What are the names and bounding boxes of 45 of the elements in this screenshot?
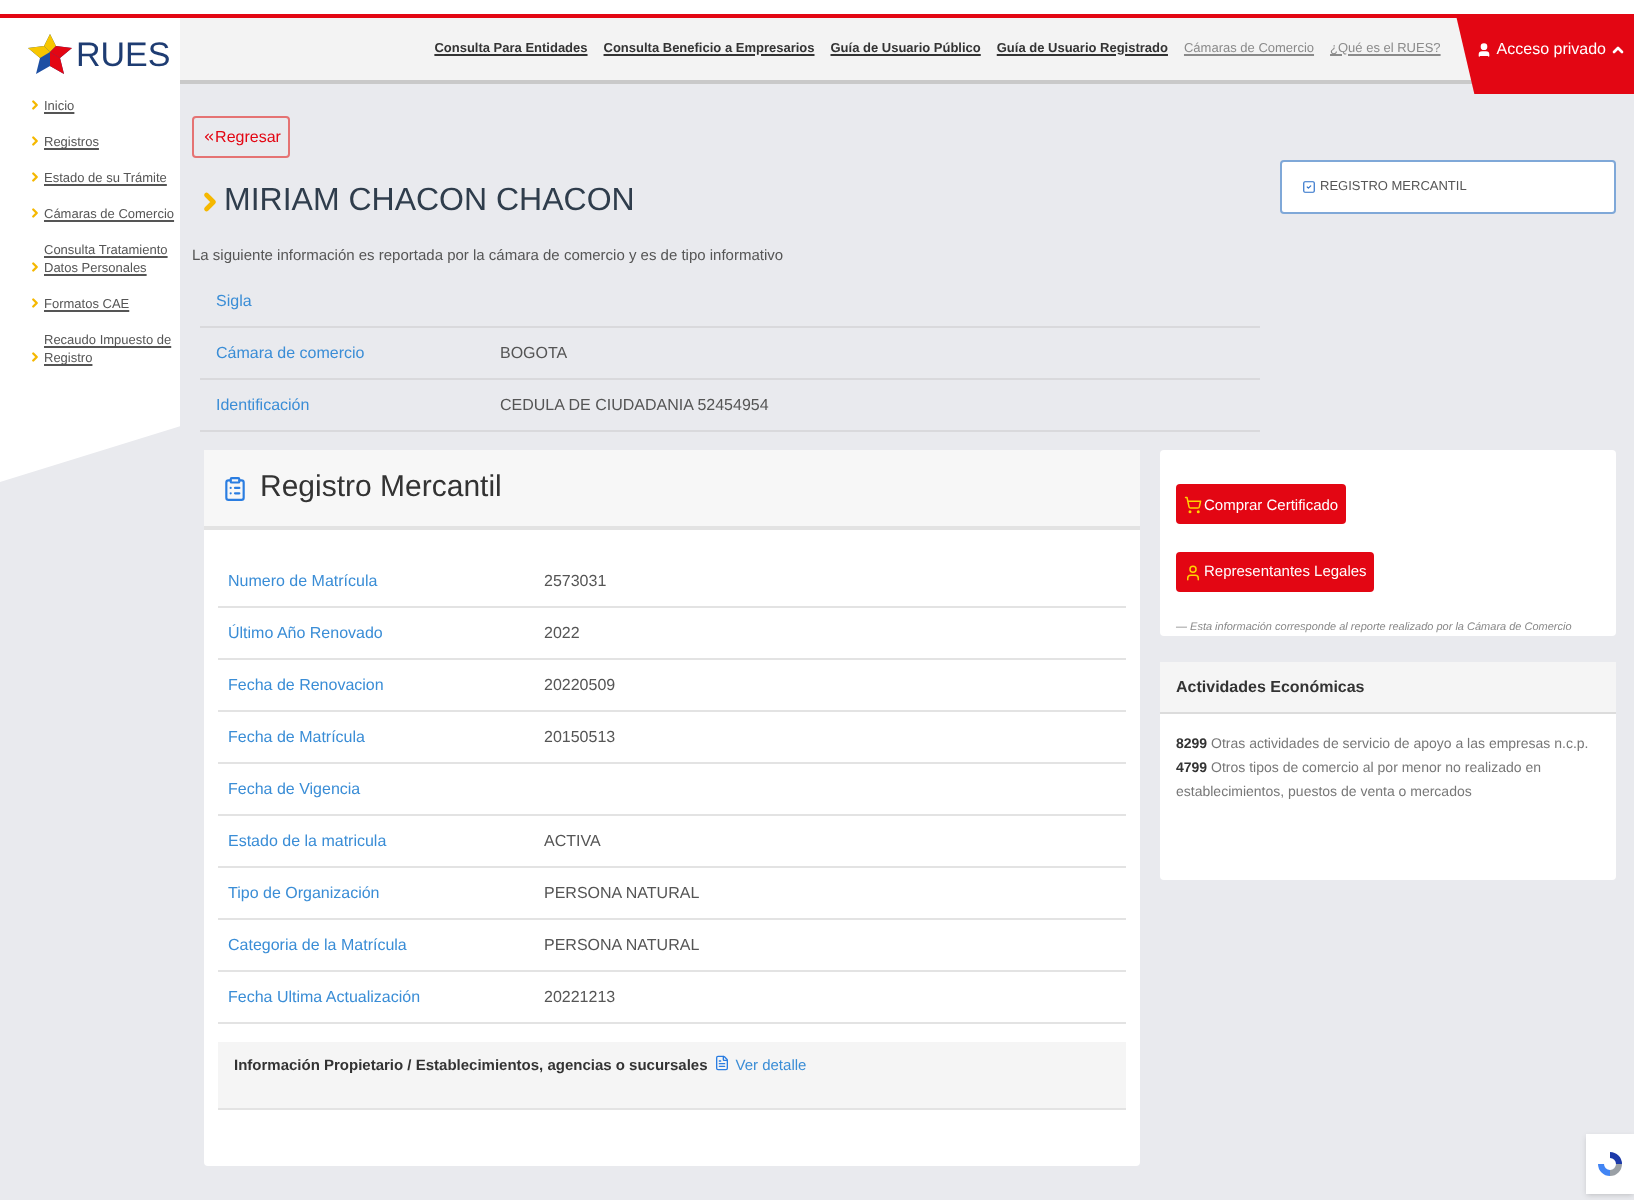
captcha-icon bbox=[1594, 1148, 1626, 1180]
chevron-icon bbox=[28, 134, 42, 148]
field-label: Fecha Ultima Actualización bbox=[228, 985, 423, 1010]
field-label: Fecha de Vigencia bbox=[228, 777, 363, 802]
cart-icon bbox=[1184, 495, 1202, 514]
card-title: Actividades Económicas bbox=[1176, 675, 1365, 700]
chevron-icon bbox=[28, 170, 42, 184]
field-label: Categoria de la Matrícula bbox=[228, 933, 409, 958]
chevron-icon bbox=[28, 296, 42, 310]
back-button[interactable]: Regresar bbox=[192, 116, 290, 158]
field-label: Sigla bbox=[216, 289, 254, 314]
field-value: 2022 bbox=[544, 621, 580, 646]
logo-star-icon bbox=[28, 34, 72, 74]
document-icon bbox=[713, 1054, 730, 1073]
field-value: 2573031 bbox=[544, 569, 607, 594]
user-icon bbox=[1476, 42, 1493, 58]
field-value: 20220509 bbox=[544, 673, 616, 698]
field-label: Identificación bbox=[216, 393, 312, 418]
field-label: Fecha de Matrícula bbox=[228, 725, 367, 750]
page-title: MIRIAM CHACON CHACON bbox=[224, 186, 635, 218]
field-label: Estado de la matricula bbox=[228, 829, 389, 854]
field-value: PERSONA NATURAL bbox=[544, 933, 700, 958]
field-label: Último Año Renovado bbox=[228, 621, 385, 646]
person-icon bbox=[1184, 563, 1202, 582]
logo-text: RUES bbox=[76, 37, 171, 71]
private-access-button[interactable]: Acceso privado bbox=[1456, 18, 1634, 94]
chevron-icon bbox=[28, 260, 42, 274]
field-label: Numero de Matrícula bbox=[228, 569, 380, 594]
field-value: 20221213 bbox=[544, 985, 616, 1010]
field-value: 20150513 bbox=[544, 725, 616, 750]
checkbox-icon[interactable] bbox=[1302, 180, 1316, 194]
field-label: Tipo de Organización bbox=[228, 881, 382, 906]
chevron-icon bbox=[28, 350, 42, 364]
card-title: Registro Mercantil bbox=[260, 468, 502, 508]
chevron-up-icon bbox=[1610, 42, 1626, 58]
field-label: Fecha de Renovacion bbox=[228, 673, 386, 698]
field-value: BOGOTA bbox=[500, 341, 568, 366]
field-value: CEDULA DE CIUDADANIA 52454954 bbox=[500, 393, 769, 418]
chevron-icon bbox=[28, 98, 42, 112]
field-value: ACTIVA bbox=[544, 829, 601, 854]
chevron-icon bbox=[28, 206, 42, 220]
field-value: PERSONA NATURAL bbox=[544, 881, 700, 906]
field-label: Cámara de comercio bbox=[216, 341, 367, 366]
clipboard-icon bbox=[222, 473, 248, 504]
double-chevron-icon bbox=[201, 130, 216, 144]
